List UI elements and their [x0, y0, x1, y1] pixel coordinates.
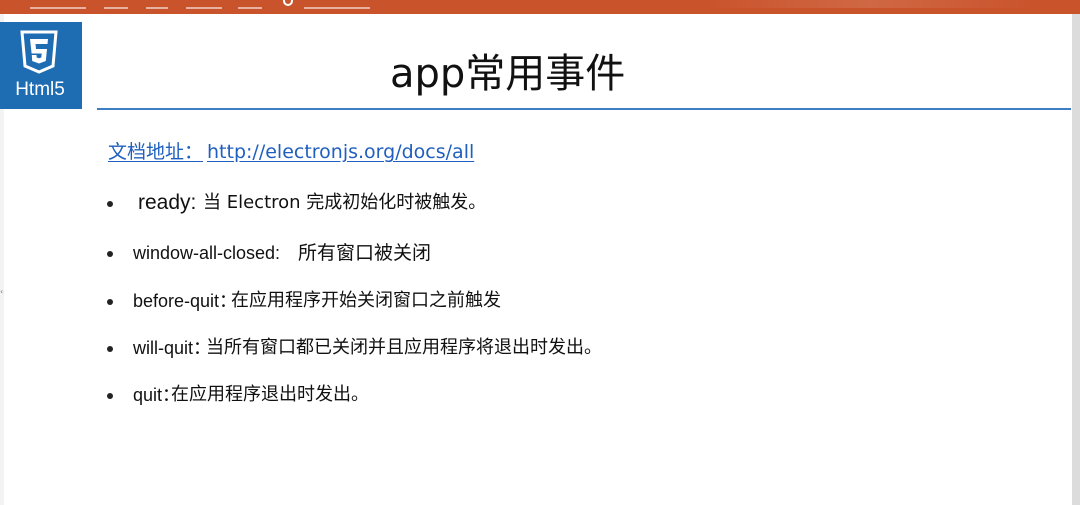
ribbon-tell-me[interactable]	[304, 0, 370, 9]
event-name: ready:	[138, 191, 197, 214]
bullet-dot	[107, 201, 113, 207]
ribbon-tab[interactable]	[238, 0, 262, 9]
bullet-dot	[107, 346, 113, 352]
event-description: 在应用程序退出时发出。	[171, 384, 369, 405]
slide-title: app常用事件	[390, 51, 626, 97]
event-name: window-all-closed:	[133, 243, 281, 263]
event-description: 当所有窗口都已关闭并且应用程序将退出时发出。	[206, 337, 602, 358]
html5-logo: Html5	[0, 22, 82, 109]
ribbon-strip	[0, 0, 1080, 14]
slide-scroll-edge	[1072, 14, 1080, 505]
ribbon-tab[interactable]	[30, 0, 86, 9]
event-name: before-quit：	[133, 291, 238, 311]
doc-link-label: 文档地址：	[108, 141, 204, 163]
cursor-mark: ‹	[0, 287, 4, 296]
event-name: will-quit：	[133, 338, 212, 358]
event-description: 当 Electron 完成初始化时被触发。	[203, 192, 487, 213]
event-description: 所有窗口被关闭	[298, 242, 432, 264]
ribbon-tab[interactable]	[104, 0, 128, 9]
ribbon-tab[interactable]	[146, 0, 168, 9]
logo-label: Html5	[15, 79, 65, 100]
title-divider	[97, 108, 1071, 110]
doc-link-url[interactable]: http://electronjs.org/docs/all	[207, 141, 474, 163]
event-description: 在应用程序开始关闭窗口之前触发	[231, 290, 501, 311]
ribbon-decoration	[700, 0, 1040, 8]
bullet-dot	[107, 393, 113, 399]
html5-shield-icon	[20, 30, 58, 74]
doc-link[interactable]: 文档地址： http://electronjs.org/docs/all	[108, 138, 474, 166]
bullet-dot	[107, 251, 113, 257]
bullet-dot	[107, 299, 113, 305]
lightbulb-icon[interactable]	[283, 0, 293, 6]
ribbon-tab[interactable]	[186, 0, 222, 9]
